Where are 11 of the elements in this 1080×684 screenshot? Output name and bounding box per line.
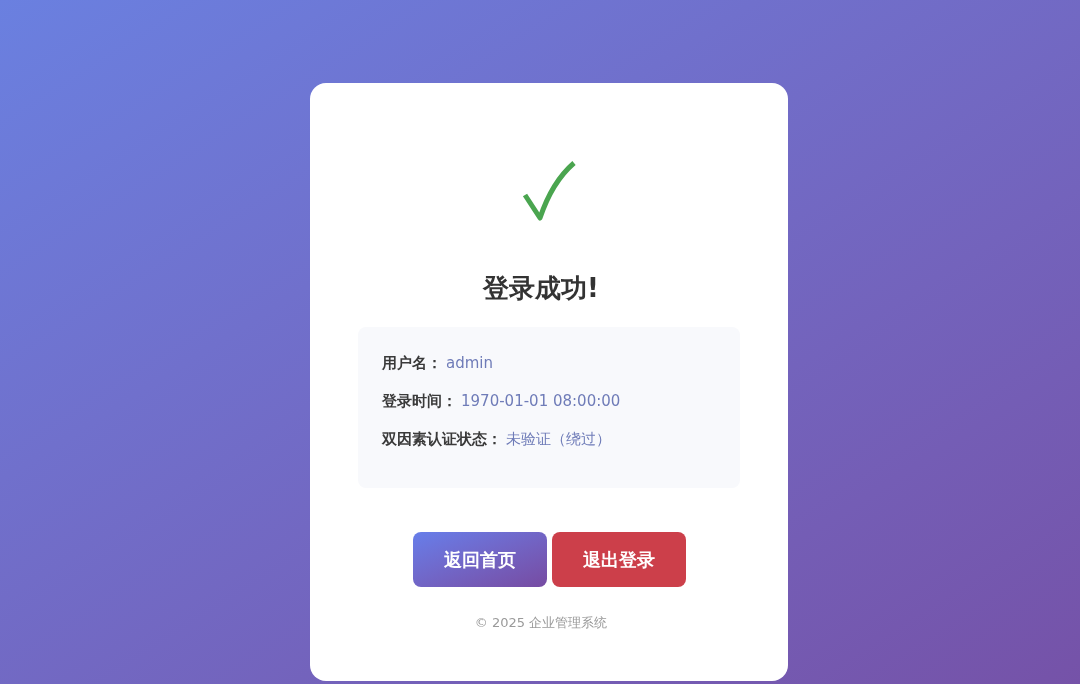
info-value: admin (446, 353, 493, 374)
check-icon (522, 160, 576, 222)
info-value: 1970-01-01 08:00:00 (461, 391, 621, 412)
info-label: 登录时间： (382, 391, 457, 412)
info-value: 未验证（绕过） (506, 429, 611, 450)
logout-button[interactable]: 退出登录 (551, 532, 686, 587)
info-label: 用户名： (382, 353, 442, 374)
info-label: 双因素认证状态： (382, 429, 502, 450)
success-title: 登录成功! (483, 272, 600, 305)
home-button[interactable]: 返回首页 (412, 532, 547, 587)
footer-text: © 2025 企业管理系统 (474, 614, 609, 632)
